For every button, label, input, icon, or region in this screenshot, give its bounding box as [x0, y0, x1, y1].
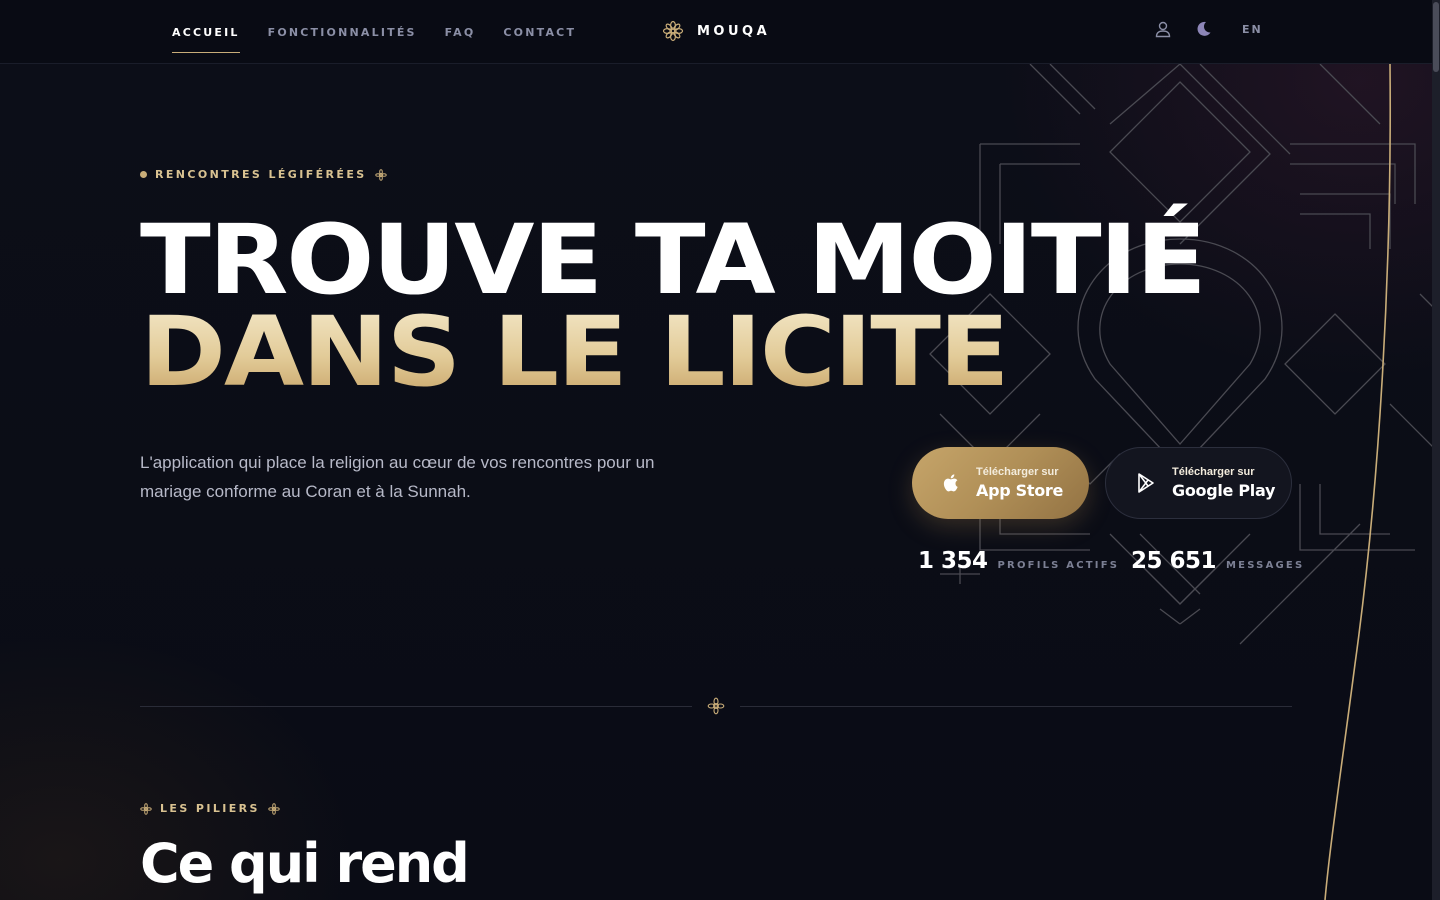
stat-active-profiles: 1 354 PROFILS ACTIFS [918, 548, 1119, 574]
hero-lead: L'application qui place la religion au c… [140, 453, 655, 501]
stat-value: 1 354 [918, 548, 988, 574]
dot-icon [140, 171, 147, 178]
headline-line-1: TROUVE TA MOITIÉ [140, 204, 1207, 316]
pillars-eyebrow: LES PILIERS [140, 802, 280, 815]
hero-eyebrow: RENCONTRES LÉGIFÉRÉES [140, 168, 387, 181]
google-play-texts: Télécharger sur Google Play [1172, 466, 1275, 500]
pillars-eyebrow-label: LES PILIERS [160, 802, 260, 815]
pillars-title: Ce qui rend [140, 832, 470, 895]
rosette-icon [268, 802, 280, 815]
stat-label: PROFILS ACTIFS [997, 560, 1120, 571]
rosette-icon [662, 20, 684, 42]
app-store-texts: Télécharger sur App Store [976, 466, 1063, 500]
section-divider-right [740, 706, 1292, 707]
stat-label: MESSAGES [1226, 560, 1305, 571]
section-divider-left [140, 706, 692, 707]
user-icon[interactable] [1154, 20, 1172, 38]
hero-headline: TROUVE TA MOITIÉ DANS LE LICITE [140, 212, 1207, 400]
brand-name: MOUQA [697, 23, 771, 39]
stat-value: 25 651 [1131, 548, 1217, 574]
rosette-icon [140, 802, 152, 815]
nav-link-accueil[interactable]: ACCUEIL [172, 22, 240, 53]
nav-link-faq[interactable]: FAQ [445, 22, 476, 43]
google-play-button[interactable]: Télécharger sur Google Play [1105, 447, 1292, 519]
nav-actions: EN [1154, 20, 1263, 38]
play-icon [1138, 473, 1154, 493]
stat-messages: 25 651 MESSAGES [1131, 548, 1304, 574]
headline-line-2: DANS LE LICITE [140, 304, 1205, 400]
top-navbar: ACCUEIL FONCTIONNALITÉS FAQ CONTACT MOUQ… [0, 0, 1432, 64]
google-play-small: Télécharger sur [1172, 466, 1255, 478]
decorative-gold-line [1324, 64, 1392, 900]
landing-page: ACCUEIL FONCTIONNALITÉS FAQ CONTACT MOUQ… [0, 0, 1440, 900]
nav-links: ACCUEIL FONCTIONNALITÉS FAQ CONTACT [172, 0, 576, 64]
language-switch[interactable]: EN [1242, 23, 1263, 36]
nav-link-fonctionnalites[interactable]: FONCTIONNALITÉS [268, 22, 417, 43]
app-store-button[interactable]: Télécharger sur App Store [912, 447, 1089, 519]
page-scrollbar[interactable] [1432, 0, 1440, 900]
app-store-small: Télécharger sur [976, 466, 1059, 478]
rosette-icon [374, 168, 387, 181]
apple-icon [943, 474, 958, 492]
brand-logo[interactable]: MOUQA [662, 20, 770, 42]
nav-link-contact[interactable]: CONTACT [503, 22, 576, 43]
rosette-icon [707, 697, 725, 715]
hero-eyebrow-label: RENCONTRES LÉGIFÉRÉES [155, 168, 367, 181]
scrollbar-thumb[interactable] [1433, 2, 1439, 72]
google-play-big: Google Play [1172, 481, 1276, 500]
app-store-big: App Store [976, 481, 1064, 500]
moon-icon[interactable] [1194, 20, 1212, 38]
